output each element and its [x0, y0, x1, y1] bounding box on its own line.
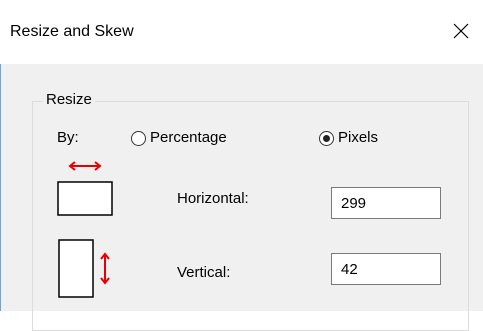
radio-percentage-label: Percentage: [150, 129, 227, 146]
dialog-title: Resize and Skew: [10, 23, 134, 40]
radio-circle-pixels[interactable]: [319, 130, 334, 146]
radio-percentage[interactable]: Percentage: [131, 128, 227, 148]
by-label: By:: [57, 129, 79, 146]
close-icon: [446, 16, 476, 46]
resize-and-skew-dialog: Resize and Skew Resize By: Percentage Pi…: [0, 0, 483, 331]
radio-pixels-label: Pixels: [338, 129, 379, 146]
horizontal-input[interactable]: [331, 187, 441, 219]
window-border: [0, 64, 1, 311]
close-button[interactable]: [446, 16, 476, 46]
vertical-label: Vertical:: [177, 264, 231, 281]
radio-circle-percentage[interactable]: [131, 130, 146, 146]
resize-group-label: Resize: [43, 90, 95, 110]
horizontal-resize-icon: [57, 160, 117, 218]
vertical-input[interactable]: [331, 253, 441, 285]
radio-pixels[interactable]: Pixels: [319, 128, 378, 148]
horizontal-label: Horizontal:: [177, 190, 249, 207]
vertical-resize-icon: [58, 239, 118, 301]
title-bar: Resize and Skew: [0, 0, 483, 64]
